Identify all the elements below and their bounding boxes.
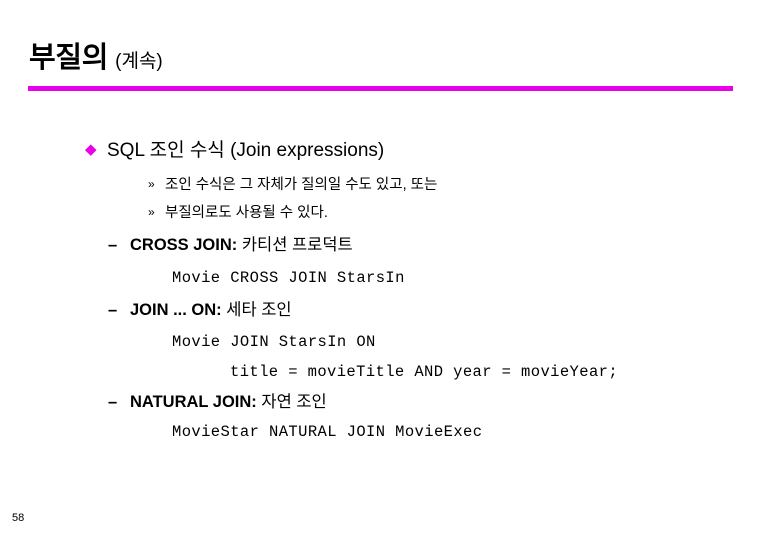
bullet-text: SQL 조인 수식 (Join expressions) <box>107 140 385 161</box>
natural-join-korean-text: 자연 조인 <box>261 393 327 411</box>
natural-join-korean: 자연 조인 <box>257 393 327 411</box>
slide-canvas: 부질의 (계속) ◆ SQL 조인 수식 (Join expressions) » 조… <box>0 0 780 540</box>
code-join-on-line2: title = movieTitle AND year = movieYear; <box>230 362 618 382</box>
natural-join-label: NATURAL JOIN: <box>130 393 257 411</box>
diamond-bullet-icon: ◆ <box>85 141 97 158</box>
dash-bullet-icon: – <box>108 393 118 411</box>
bullet-join-on: – JOIN ... ON: 세타 조인 <box>108 299 292 321</box>
page-number: 58 <box>12 512 25 524</box>
cross-join-korean-text: 카티션 프로덕트 <box>241 236 353 254</box>
double-angle-bullet-icon: » <box>148 177 155 191</box>
dash-bullet-icon: – <box>108 236 118 254</box>
subbullet-can-be-subquery: » 부질의로도 사용될 수 있다. <box>148 202 328 223</box>
title-underline-rule <box>28 86 733 91</box>
code-text: title = movieTitle AND year = movieYear; <box>230 363 619 381</box>
subbullet-join-can-be-query: » 조인 수식은 그 자체가 질의일 수도 있고, 또는 <box>148 174 437 195</box>
dash-bullet-icon: – <box>108 301 118 319</box>
code-join-on-line1: Movie JOIN StarsIn ON <box>172 332 376 352</box>
join-on-korean: 세타 조인 <box>222 301 292 319</box>
bullet-sql-join-expressions: ◆ SQL 조인 수식 (Join expressions) <box>85 138 384 163</box>
cross-join-korean: 카티션 프로덕트 <box>237 236 353 254</box>
join-on-label: JOIN ... ON: <box>130 301 222 319</box>
code-cross-join: Movie CROSS JOIN StarsIn <box>172 268 405 288</box>
code-text: Movie CROSS JOIN StarsIn <box>172 269 405 287</box>
join-on-korean-text: 세타 조인 <box>226 301 292 319</box>
subbullet-text: 조인 수식은 그 자체가 질의일 수도 있고, 또는 <box>165 177 438 193</box>
slide-title-main: 부질의 <box>29 42 109 74</box>
bullet-cross-join: – CROSS JOIN: 카티션 프로덕트 <box>108 234 353 256</box>
code-text: Movie JOIN StarsIn ON <box>172 333 376 351</box>
cross-join-label: CROSS JOIN: <box>130 236 238 254</box>
subbullet-text: 부질의로도 사용될 수 있다. <box>165 205 328 221</box>
bullet-natural-join: – NATURAL JOIN: 자연 조인 <box>108 391 327 413</box>
double-angle-bullet-icon: » <box>148 205 155 219</box>
slide-title-sub: (계속) <box>115 51 163 72</box>
code-natural-join: MovieStar NATURAL JOIN MovieExec <box>172 422 482 442</box>
code-text: MovieStar NATURAL JOIN MovieExec <box>172 423 483 441</box>
